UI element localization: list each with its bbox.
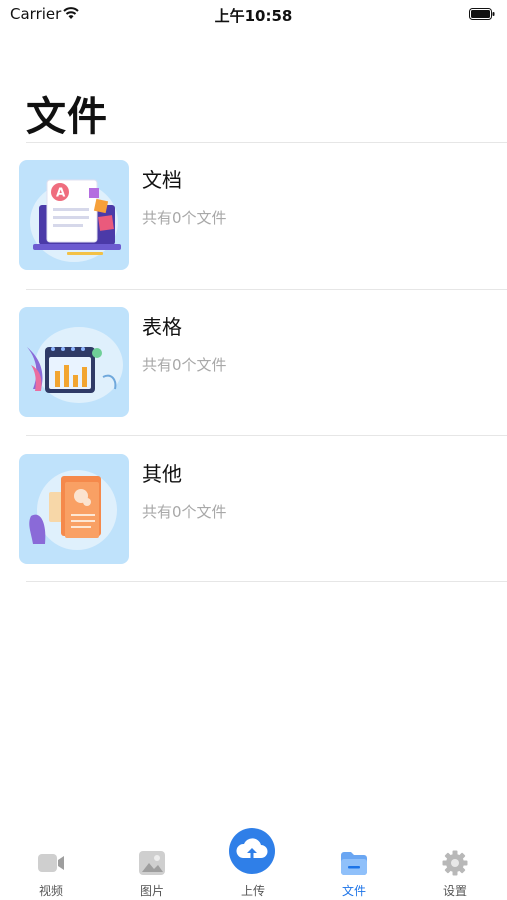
tab-settings[interactable]: 设置 (415, 820, 495, 900)
divider (26, 289, 507, 290)
divider (26, 435, 507, 436)
tab-images[interactable]: 图片 (112, 820, 192, 900)
category-card-documents[interactable]: A 文档 共有0个文件 (0, 160, 507, 272)
image-icon (139, 851, 165, 875)
divider (26, 581, 507, 582)
category-title: 文档 (142, 168, 182, 192)
category-file-count: 共有0个文件 (142, 503, 227, 521)
tab-bar: 视频 图片 上传 文件 设置 (0, 820, 507, 900)
category-title: 表格 (142, 315, 182, 339)
document-illustration-icon: A (19, 160, 129, 270)
category-file-count: 共有0个文件 (142, 209, 227, 227)
tab-upload[interactable]: 上传 (213, 820, 293, 900)
category-card-other[interactable]: 其他 共有0个文件 (0, 454, 507, 566)
spreadsheet-illustration-icon (19, 307, 129, 417)
tab-label: 文件 (341, 884, 366, 898)
tab-label: 设置 (442, 884, 467, 898)
tab-files[interactable]: 文件 (314, 820, 394, 900)
cloud-upload-icon (236, 838, 268, 858)
upload-button[interactable] (229, 828, 275, 874)
status-bar: Carrier 上午10:58 (0, 0, 507, 30)
tab-label: 上传 (240, 884, 265, 898)
divider (26, 142, 507, 143)
tab-label: 图片 (139, 884, 164, 898)
gear-icon (442, 850, 468, 876)
other-files-illustration-icon (19, 454, 129, 564)
page-title: 文件 (26, 94, 108, 140)
status-time: 上午10:58 (214, 7, 293, 25)
tab-video[interactable]: 视频 (11, 820, 91, 900)
category-card-spreadsheets[interactable]: 表格 共有0个文件 (0, 307, 507, 419)
battery-icon (469, 8, 495, 20)
svg-text:A: A (56, 186, 66, 200)
tab-label: 视频 (38, 884, 63, 898)
video-icon (38, 854, 64, 872)
category-file-count: 共有0个文件 (142, 356, 227, 374)
folder-icon (341, 852, 367, 875)
category-title: 其他 (142, 462, 182, 486)
